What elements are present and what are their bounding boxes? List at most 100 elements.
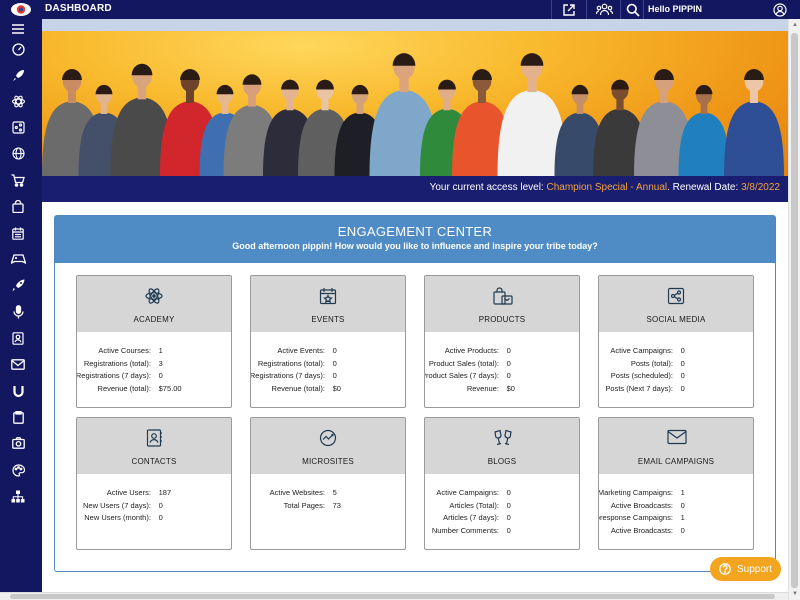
card-stats: Active Campaigns: 0 Articles (Total): 0 Arti… xyxy=(425,488,579,538)
microphone-icon[interactable] xyxy=(8,303,28,321)
stat-row: Articles (7 days): 0 xyxy=(425,513,579,526)
stat-row: Active Campaigns: 0 xyxy=(425,488,579,501)
stat-label: Posts (scheduled): xyxy=(610,371,673,380)
stat-row: Posts (Next 7 days): 0 xyxy=(599,384,753,397)
stat-row: Registrations (7 days): 0 xyxy=(77,371,231,384)
card-stats: Active Users: 187 New Users (7 days): 0 New … xyxy=(77,488,231,526)
card-blogs[interactable]: BLOGS Active Campaigns: 0 Articles (Total):… xyxy=(424,417,580,550)
card-stats: Active Campaigns: 0 Posts (total): 0 Posts (… xyxy=(599,346,753,396)
menu-icon[interactable] xyxy=(8,20,28,38)
shopping-bag-icon xyxy=(493,287,513,305)
card-microsites[interactable]: MICROSITES Active Websites: 5 Total Pages: 7… xyxy=(250,417,406,550)
speedometer-icon[interactable] xyxy=(8,40,28,58)
card-contacts[interactable]: CONTACTS Active Users: 187 New Users (7 day… xyxy=(76,417,232,550)
vertical-scrollbar[interactable]: ▲ ▼ xyxy=(788,19,800,600)
stat-row: Active Broadcasts: 0 xyxy=(599,526,753,539)
stat-label: Articles (7 days): xyxy=(443,513,499,522)
card-header: CONTACTS xyxy=(77,418,231,474)
card-stats: Active Events: 0 Registrations (total): 0 Re… xyxy=(251,346,405,396)
stat-value: 0 xyxy=(506,525,511,535)
bag-icon[interactable] xyxy=(8,197,28,215)
scrollbar-thumb[interactable] xyxy=(791,33,798,588)
support-label: Support xyxy=(737,564,773,575)
atom-icon xyxy=(145,287,163,305)
access-level-bar: Your current access level: Champion Spec… xyxy=(42,176,788,202)
stat-label: New Users (month): xyxy=(84,513,151,522)
community-icon[interactable] xyxy=(595,1,613,18)
share-icon[interactable] xyxy=(560,1,578,18)
divider xyxy=(586,0,587,19)
camera-icon[interactable] xyxy=(8,434,28,452)
cart-icon[interactable] xyxy=(8,171,28,189)
stat-label: Registrations (7 days): xyxy=(76,371,151,380)
sitemap-icon[interactable] xyxy=(8,487,28,505)
stat-value: 0 xyxy=(158,500,163,510)
card-social-media[interactable]: SOCIAL MEDIA Active Campaigns: 0 Posts (tot… xyxy=(598,275,754,408)
stat-value: 0 xyxy=(332,346,337,355)
stat-value: 0 xyxy=(506,513,511,522)
scroll-up-arrow-icon[interactable]: ▲ xyxy=(791,21,799,29)
calendar-star-icon xyxy=(319,287,337,305)
globe-icon[interactable] xyxy=(8,144,28,162)
stat-row: New Users (7 days): 0 xyxy=(77,501,231,514)
stat-label: Active Campaigns: xyxy=(436,488,499,497)
account-icon[interactable] xyxy=(771,1,789,18)
app-logo[interactable] xyxy=(10,2,32,17)
stat-value: 0 xyxy=(506,500,511,510)
divider xyxy=(551,0,552,19)
stat-label: Registrations (total): xyxy=(83,358,151,368)
card-title: BLOGS xyxy=(487,457,517,466)
rocket-launch-icon[interactable] xyxy=(8,66,28,84)
share-box-icon[interactable] xyxy=(8,118,28,136)
envelope-icon xyxy=(667,429,687,447)
stat-row: Product Sales (7 days): 0 xyxy=(425,371,579,384)
stat-row: Autoresponse Campaigns: 1 xyxy=(599,513,753,526)
horizontal-scrollbar[interactable] xyxy=(0,592,788,600)
support-button[interactable]: Support xyxy=(710,557,781,581)
rocket-icon[interactable] xyxy=(8,276,28,294)
card-products[interactable]: PRODUCTS Active Products: 0 Product Sales (… xyxy=(424,275,580,408)
clipboard-icon[interactable] xyxy=(8,408,28,426)
card-header: EVENTS xyxy=(251,276,405,332)
scroll-down-arrow-icon[interactable]: ▼ xyxy=(791,590,799,598)
globe-icon xyxy=(319,429,337,447)
stat-row: Total Pages: 73 xyxy=(251,501,405,514)
magnet-icon[interactable] xyxy=(8,382,28,400)
stat-label: Registrations (7 days): xyxy=(250,371,325,380)
stat-label: Number Comments: xyxy=(431,525,499,535)
user-greeting[interactable]: Hello PIPPIN xyxy=(648,4,702,14)
search-icon[interactable] xyxy=(624,1,642,18)
stat-label: Posts (Next 7 days): xyxy=(605,383,673,393)
access-level-text: Your current access level: Champion Spec… xyxy=(429,182,780,193)
help-icon xyxy=(719,563,731,575)
contact-card-icon[interactable] xyxy=(8,329,28,347)
stat-label: Posts (total): xyxy=(630,358,673,368)
stat-label: New Users (7 days): xyxy=(82,500,151,510)
palette-icon[interactable] xyxy=(8,461,28,479)
stat-value: 0 xyxy=(680,358,685,368)
stat-value: 0 xyxy=(332,371,337,380)
atom-icon[interactable] xyxy=(8,92,28,110)
card-academy[interactable]: ACADEMY Active Courses: 1 Registrations (to… xyxy=(76,275,232,408)
stat-label: Articles (Total): xyxy=(449,500,499,510)
stat-value: 0 xyxy=(506,346,511,355)
content-top-strip xyxy=(42,19,788,31)
stat-value: 1 xyxy=(680,513,685,522)
engagement-header: ENGAGEMENT CENTER Good afternoon pippin!… xyxy=(55,216,775,263)
stat-row: Posts (scheduled): 0 xyxy=(599,371,753,384)
horizontal-scrollbar-thumb[interactable] xyxy=(10,594,775,599)
stat-label: Revenue (total): xyxy=(271,383,325,393)
card-header: EMAIL CAMPAIGNS xyxy=(599,418,753,474)
calendar-icon[interactable] xyxy=(8,224,28,242)
card-title: EMAIL CAMPAIGNS xyxy=(637,457,715,466)
stat-value: 1 xyxy=(158,346,163,355)
envelope-icon[interactable] xyxy=(8,355,28,373)
stat-value: 0 xyxy=(158,513,163,522)
card-events[interactable]: EVENTS Active Events: 0 Registrations (tota… xyxy=(250,275,406,408)
gamepad-icon[interactable] xyxy=(8,250,28,268)
stat-label: Active Broadcasts: xyxy=(610,525,673,535)
card-title: SOCIAL MEDIA xyxy=(646,315,706,324)
stat-value: 0 xyxy=(680,525,685,535)
card-email-campaigns[interactable]: EMAIL CAMPAIGNS Marketing Campaigns: 1 Acti… xyxy=(598,417,754,550)
stat-value: $0 xyxy=(332,383,341,393)
